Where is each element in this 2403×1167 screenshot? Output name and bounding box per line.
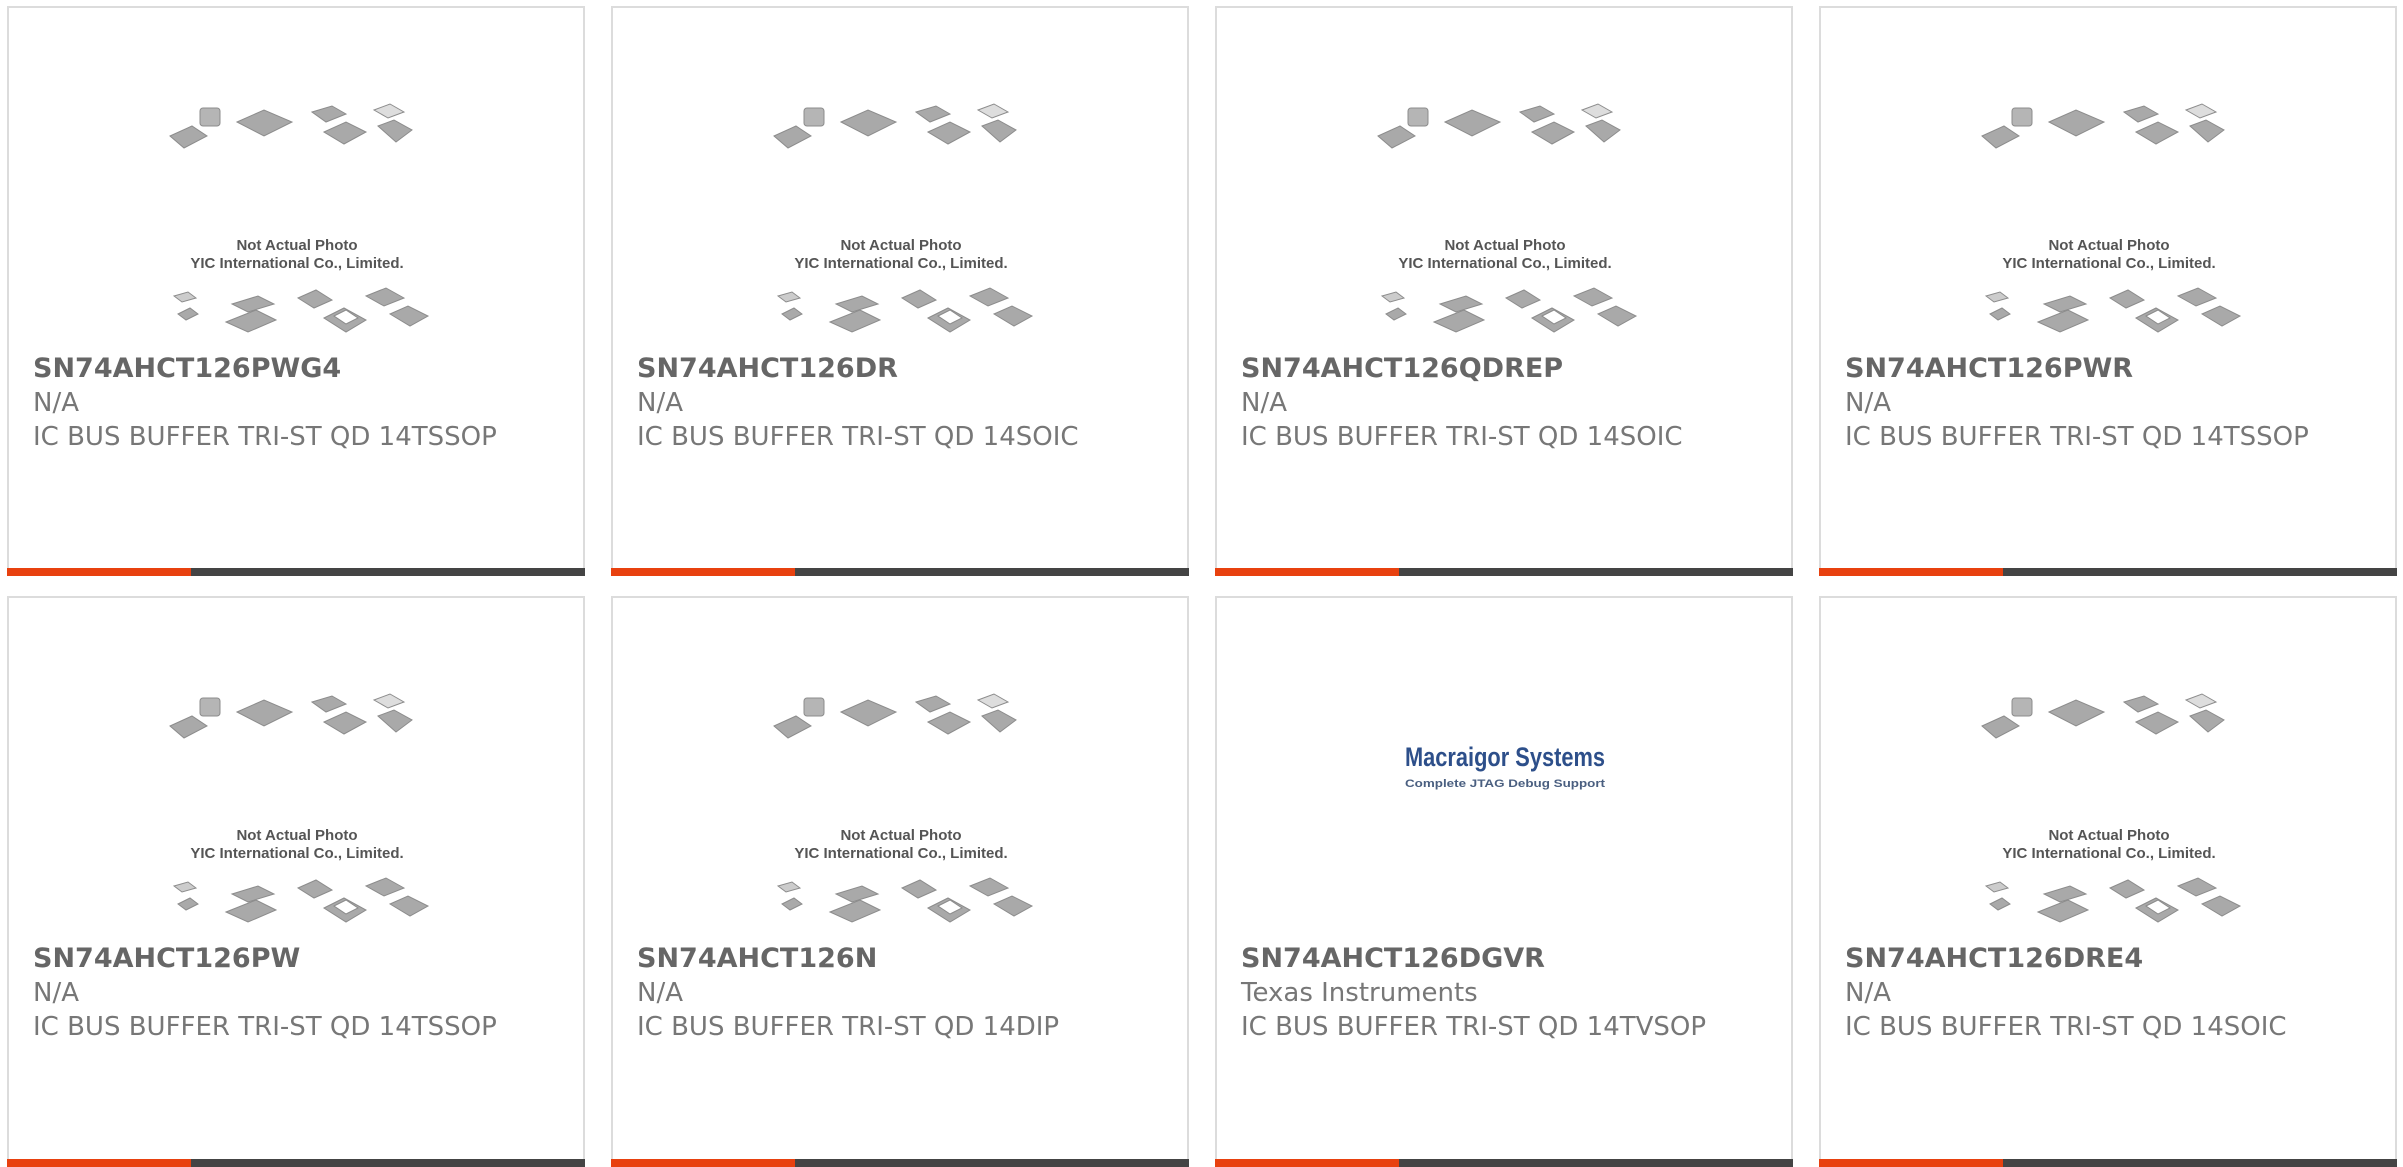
placeholder-line2: YIC International Co., Limited. bbox=[2002, 255, 2215, 272]
product-card[interactable]: Macraigor Systems Complete JTAG Debug Sup… bbox=[1215, 596, 1793, 1167]
card-accent-bar bbox=[1215, 1159, 1793, 1167]
product-image[interactable]: Not Actual Photo YIC International Co., … bbox=[766, 686, 1036, 936]
macraigor-name: Macraigor Systems bbox=[1405, 742, 1605, 772]
product-image[interactable]: Not Actual Photo YIC International Co., … bbox=[1974, 686, 2244, 936]
manufacturer: Texas Instruments bbox=[1241, 978, 1478, 1008]
placeholder-graphic: Not Actual Photo YIC International Co., … bbox=[773, 103, 1034, 333]
product-info: SN74AHCT126PWG4 N/A IC BUS BUFFER TRI-ST Q… bbox=[33, 352, 563, 454]
product-image[interactable]: Not Actual Photo YIC International Co., … bbox=[1370, 96, 1640, 346]
product-image[interactable]: Macraigor Systems Complete JTAG Debug Sup… bbox=[1370, 686, 1640, 936]
card-accent-bar bbox=[1215, 568, 1793, 576]
product-info: SN74AHCT126DGVR Texas Instruments IC BUS B… bbox=[1241, 942, 1771, 1044]
product-image[interactable]: Not Actual Photo YIC International Co., … bbox=[162, 686, 432, 936]
manufacturer: N/A bbox=[1241, 388, 1287, 418]
placeholder-line2: YIC International Co., Limited. bbox=[190, 255, 403, 272]
accent-segment bbox=[7, 1159, 191, 1167]
part-number[interactable]: SN74AHCT126N bbox=[637, 942, 1167, 976]
accent-segment bbox=[1819, 1159, 2003, 1167]
placeholder-line1: Not Actual Photo bbox=[236, 237, 357, 254]
part-number[interactable]: SN74AHCT126DRE4 bbox=[1845, 942, 2375, 976]
product-image[interactable]: Not Actual Photo YIC International Co., … bbox=[1974, 96, 2244, 346]
card-accent-bar bbox=[611, 568, 1189, 576]
accent-segment bbox=[611, 568, 795, 576]
product-info: SN74AHCT126DR N/A IC BUS BUFFER TRI-ST QD … bbox=[637, 352, 1167, 454]
product-info: SN74AHCT126PWR N/A IC BUS BUFFER TRI-ST QD… bbox=[1845, 352, 2375, 454]
placeholder-line1: Not Actual Photo bbox=[840, 237, 961, 254]
description: IC BUS BUFFER TRI-ST QD 14SOIC bbox=[1241, 422, 1683, 452]
placeholder-graphic: Not Actual Photo YIC International Co., … bbox=[1377, 103, 1638, 333]
manufacturer: N/A bbox=[33, 388, 79, 418]
part-number[interactable]: SN74AHCT126DR bbox=[637, 352, 1167, 386]
product-grid: Not Actual Photo YIC International Co., … bbox=[0, 0, 2403, 1167]
product-card[interactable]: Not Actual Photo YIC International Co., … bbox=[1819, 6, 2397, 576]
placeholder-line1: Not Actual Photo bbox=[2048, 237, 2169, 254]
macraigor-logo: Macraigor Systems Complete JTAG Debug Sup… bbox=[1405, 742, 1605, 790]
description: IC BUS BUFFER TRI-ST QD 14TVSOP bbox=[1241, 1012, 1707, 1042]
part-number[interactable]: SN74AHCT126PWR bbox=[1845, 352, 2375, 386]
product-card[interactable]: Not Actual Photo YIC International Co., … bbox=[7, 596, 585, 1167]
description: IC BUS BUFFER TRI-ST QD 14TSSOP bbox=[33, 422, 497, 452]
manufacturer: N/A bbox=[1845, 978, 1891, 1008]
description: IC BUS BUFFER TRI-ST QD 14TSSOP bbox=[33, 1012, 497, 1042]
product-card[interactable]: Not Actual Photo YIC International Co., … bbox=[1215, 6, 1793, 576]
manufacturer: N/A bbox=[637, 388, 683, 418]
placeholder-line1: Not Actual Photo bbox=[840, 827, 961, 844]
placeholder-graphic: Not Actual Photo YIC International Co., … bbox=[773, 693, 1034, 923]
manufacturer: N/A bbox=[637, 978, 683, 1008]
placeholder-line2: YIC International Co., Limited. bbox=[2002, 845, 2215, 862]
placeholder-line1: Not Actual Photo bbox=[1444, 237, 1565, 254]
placeholder-line1: Not Actual Photo bbox=[236, 827, 357, 844]
placeholder-graphic: Not Actual Photo YIC International Co., … bbox=[1981, 103, 2242, 333]
product-card[interactable]: Not Actual Photo YIC International Co., … bbox=[1819, 596, 2397, 1167]
product-info: SN74AHCT126DRE4 N/A IC BUS BUFFER TRI-ST Q… bbox=[1845, 942, 2375, 1044]
product-card[interactable]: Not Actual Photo YIC International Co., … bbox=[611, 596, 1189, 1167]
product-info: SN74AHCT126PW N/A IC BUS BUFFER TRI-ST QD … bbox=[33, 942, 563, 1044]
accent-segment bbox=[611, 1159, 795, 1167]
part-number[interactable]: SN74AHCT126QDREP bbox=[1241, 352, 1771, 386]
card-accent-bar bbox=[1819, 568, 2397, 576]
card-accent-bar bbox=[7, 1159, 585, 1167]
part-number[interactable]: SN74AHCT126PW bbox=[33, 942, 563, 976]
placeholder-graphic: Not Actual Photo YIC International Co., … bbox=[1981, 693, 2242, 923]
placeholder-line2: YIC International Co., Limited. bbox=[190, 845, 403, 862]
card-accent-bar bbox=[611, 1159, 1189, 1167]
placeholder-graphic: Not Actual Photo YIC International Co., … bbox=[169, 693, 430, 923]
placeholder-line2: YIC International Co., Limited. bbox=[794, 845, 1007, 862]
description: IC BUS BUFFER TRI-ST QD 14SOIC bbox=[1845, 1012, 2287, 1042]
accent-segment bbox=[1215, 568, 1399, 576]
accent-segment bbox=[1819, 568, 2003, 576]
placeholder-line1: Not Actual Photo bbox=[2048, 827, 2169, 844]
product-image[interactable]: Not Actual Photo YIC International Co., … bbox=[766, 96, 1036, 346]
placeholder-line2: YIC International Co., Limited. bbox=[794, 255, 1007, 272]
product-info: SN74AHCT126QDREP N/A IC BUS BUFFER TRI-ST … bbox=[1241, 352, 1771, 454]
macraigor-tagline: Complete JTAG Debug Support bbox=[1405, 778, 1605, 790]
description: IC BUS BUFFER TRI-ST QD 14SOIC bbox=[637, 422, 1079, 452]
description: IC BUS BUFFER TRI-ST QD 14DIP bbox=[637, 1012, 1060, 1042]
placeholder-graphic: Not Actual Photo YIC International Co., … bbox=[169, 103, 430, 333]
manufacturer: N/A bbox=[1845, 388, 1891, 418]
product-info: SN74AHCT126N N/A IC BUS BUFFER TRI-ST QD 1… bbox=[637, 942, 1167, 1044]
card-accent-bar bbox=[1819, 1159, 2397, 1167]
product-card[interactable]: Not Actual Photo YIC International Co., … bbox=[611, 6, 1189, 576]
description: IC BUS BUFFER TRI-ST QD 14TSSOP bbox=[1845, 422, 2309, 452]
accent-segment bbox=[7, 568, 191, 576]
part-number[interactable]: SN74AHCT126PWG4 bbox=[33, 352, 563, 386]
product-card[interactable]: Not Actual Photo YIC International Co., … bbox=[7, 6, 585, 576]
accent-segment bbox=[1215, 1159, 1399, 1167]
card-accent-bar bbox=[7, 568, 585, 576]
product-image[interactable]: Not Actual Photo YIC International Co., … bbox=[162, 96, 432, 346]
placeholder-line2: YIC International Co., Limited. bbox=[1398, 255, 1611, 272]
manufacturer: N/A bbox=[33, 978, 79, 1008]
part-number[interactable]: SN74AHCT126DGVR bbox=[1241, 942, 1771, 976]
